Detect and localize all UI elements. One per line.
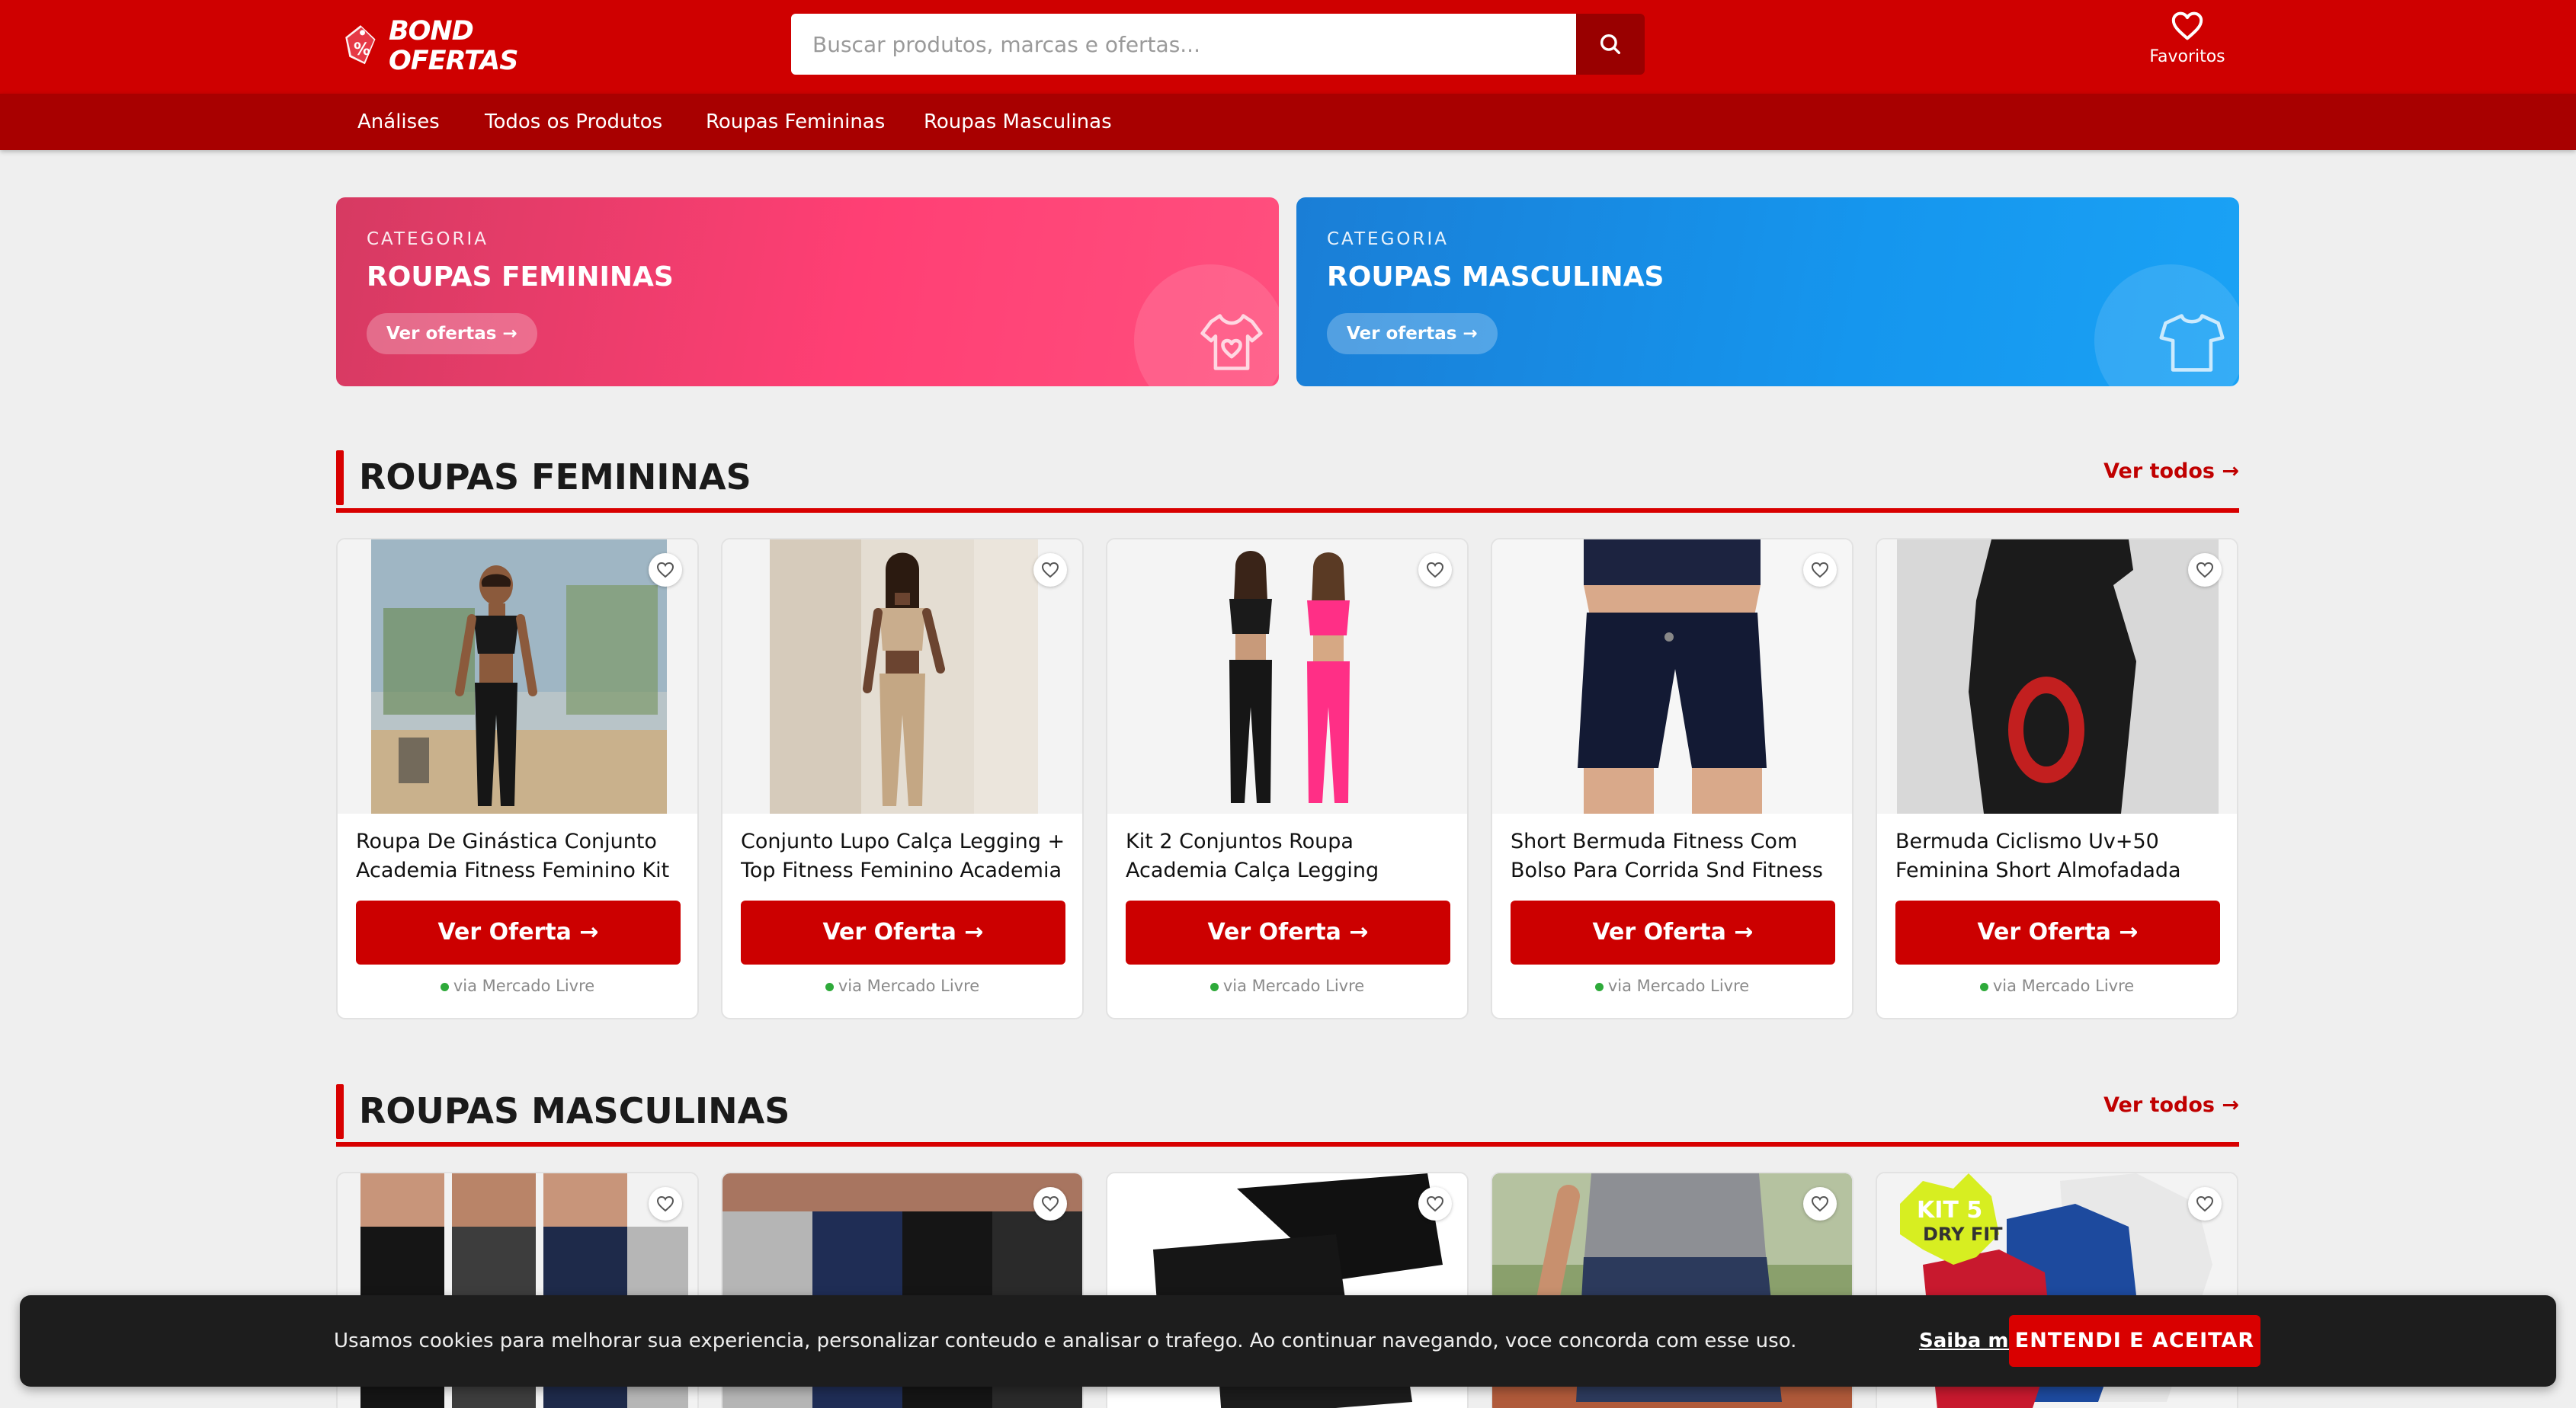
banner-title: ROUPAS FEMININAS: [367, 261, 674, 293]
section-accent-bar: [336, 450, 344, 505]
status-dot: [1594, 982, 1604, 991]
logo-line-1: BOND: [389, 16, 474, 46]
product-title[interactable]: Conjunto Lupo Calça Legging + Top Fitnes…: [741, 827, 1069, 885]
source-label: via Mercado Livre: [1877, 977, 2237, 995]
heart-icon: [656, 562, 674, 578]
source-label: via Mercado Livre: [338, 977, 697, 995]
favorites-button[interactable]: Favoritos: [2134, 11, 2241, 66]
heart-icon: [1426, 562, 1444, 578]
section-title: ROUPAS FEMININAS: [359, 456, 751, 498]
section-header-femininas: ROUPAS FEMININAS Ver todos →: [336, 437, 2239, 513]
favorite-button[interactable]: [1803, 553, 1837, 587]
nav-link-analises[interactable]: Análises: [357, 94, 440, 150]
source-text: via Mercado Livre: [1607, 977, 1750, 995]
search-bar: [791, 14, 1645, 75]
product-card[interactable]: Roupa De Ginástica Conjunto Academia Fit…: [336, 538, 699, 1019]
category-nav: Análises Todos os Produtos Roupas Femini…: [0, 94, 2576, 150]
source-text: via Mercado Livre: [1222, 977, 1365, 995]
ver-oferta-button[interactable]: Ver Oferta →: [356, 901, 681, 965]
status-dot: [1979, 982, 1988, 991]
section-header-masculinas: ROUPAS MASCULINAS Ver todos →: [336, 1070, 2239, 1147]
banner-roupas-masculinas[interactable]: CATEGORIA ROUPAS MASCULINAS Ver ofertas …: [1296, 197, 2239, 386]
product-title[interactable]: Kit 2 Conjuntos Roupa Academia Calça Leg…: [1126, 827, 1453, 885]
product-title[interactable]: Bermuda Ciclismo Uv+50 Feminina Short Al…: [1895, 827, 2223, 885]
see-all-link[interactable]: Ver todos →: [2103, 459, 2239, 483]
favorite-button[interactable]: [2188, 553, 2222, 587]
heart-icon: [2171, 11, 2203, 40]
search-button[interactable]: [1576, 14, 1645, 75]
source-label: via Mercado Livre: [722, 977, 1082, 995]
cookie-accept-button[interactable]: ENTENDI E ACEITAR: [2009, 1315, 2260, 1367]
ver-oferta-button[interactable]: Ver Oferta →: [1895, 901, 2220, 965]
status-dot: [825, 982, 834, 991]
site-logo[interactable]: % BOND OFERTAS: [341, 16, 540, 76]
favorite-button[interactable]: [649, 1187, 682, 1221]
heart-icon: [1426, 1195, 1444, 1212]
source-text: via Mercado Livre: [1992, 977, 2135, 995]
heart-icon: [1041, 562, 1059, 578]
search-icon: [1600, 34, 1621, 55]
nav-link-roupas-masculinas[interactable]: Roupas Masculinas: [924, 94, 1112, 150]
status-dot: [1210, 982, 1219, 991]
price-tag-icon: %: [345, 25, 376, 65]
product-card[interactable]: Short Bermuda Fitness Com Bolso Para Cor…: [1491, 538, 1854, 1019]
section-title: ROUPAS MASCULINAS: [359, 1090, 790, 1131]
product-title[interactable]: Short Bermuda Fitness Com Bolso Para Cor…: [1511, 827, 1838, 885]
source-label: via Mercado Livre: [1492, 977, 1852, 995]
section-accent-bar: [336, 1084, 344, 1139]
heart-icon: [2196, 1195, 2214, 1212]
source-text: via Mercado Livre: [453, 977, 595, 995]
nav-link-roupas-femininas[interactable]: Roupas Femininas: [706, 94, 885, 150]
nav-link-todos-produtos[interactable]: Todos os Produtos: [485, 94, 662, 150]
top-header: % BOND OFERTAS Favoritos: [0, 0, 2576, 94]
source-label: via Mercado Livre: [1107, 977, 1467, 995]
product-image[interactable]: [722, 539, 1082, 814]
logo-wordmark: BOND OFERTAS: [389, 16, 518, 76]
banner-title: ROUPAS MASCULINAS: [1327, 261, 1664, 293]
favorite-button[interactable]: [1033, 553, 1067, 587]
heart-icon: [1041, 1195, 1059, 1212]
product-card[interactable]: Kit 2 Conjuntos Roupa Academia Calça Leg…: [1106, 538, 1469, 1019]
cookie-banner: Usamos cookies para melhorar sua experie…: [20, 1295, 2556, 1387]
product-card[interactable]: Conjunto Lupo Calça Legging + Top Fitnes…: [721, 538, 1084, 1019]
banner-ver-ofertas-button[interactable]: Ver ofertas →: [1327, 313, 1498, 354]
ver-oferta-button[interactable]: Ver Oferta →: [741, 901, 1065, 965]
banner-eyebrow: CATEGORIA: [1327, 229, 1450, 249]
badge-line-2: DRY FIT: [1923, 1224, 2003, 1245]
heart-icon: [1811, 562, 1829, 578]
cookie-text: Usamos cookies para melhorar sua experie…: [334, 1330, 1797, 1352]
product-image[interactable]: [1107, 539, 1467, 814]
favorite-button[interactable]: [649, 553, 682, 587]
favorite-button[interactable]: [2188, 1187, 2222, 1221]
product-image[interactable]: [338, 539, 697, 814]
favorite-button[interactable]: [1033, 1187, 1067, 1221]
heart-icon: [656, 1195, 674, 1212]
favorites-label: Favoritos: [2149, 47, 2225, 66]
badge-line-1: KIT 5: [1917, 1197, 1982, 1224]
status-dot: [440, 982, 449, 991]
favorite-button[interactable]: [1418, 553, 1452, 587]
banner-ver-ofertas-button[interactable]: Ver ofertas →: [367, 313, 537, 354]
source-text: via Mercado Livre: [838, 977, 980, 995]
heart-icon: [2196, 562, 2214, 578]
t-shirt-icon: [2159, 314, 2225, 372]
ver-oferta-button[interactable]: Ver Oferta →: [1511, 901, 1835, 965]
womens-shirt-icon: [1200, 314, 1263, 370]
logo-tag-glyph: %: [354, 40, 370, 59]
search-input[interactable]: [791, 14, 1576, 75]
product-card[interactable]: Bermuda Ciclismo Uv+50 Feminina Short Al…: [1876, 538, 2238, 1019]
logo-line-2: OFERTAS: [389, 46, 518, 76]
favorite-button[interactable]: [1803, 1187, 1837, 1221]
see-all-link[interactable]: Ver todos →: [2103, 1093, 2239, 1117]
banner-eyebrow: CATEGORIA: [367, 229, 489, 249]
favorite-button[interactable]: [1418, 1187, 1452, 1221]
product-image[interactable]: [1492, 539, 1852, 814]
ver-oferta-button[interactable]: Ver Oferta →: [1126, 901, 1450, 965]
product-title[interactable]: Roupa De Ginástica Conjunto Academia Fit…: [356, 827, 684, 885]
product-image[interactable]: [1877, 539, 2237, 814]
banner-roupas-femininas[interactable]: CATEGORIA ROUPAS FEMININAS Ver ofertas →: [336, 197, 1279, 386]
heart-icon: [1811, 1195, 1829, 1212]
